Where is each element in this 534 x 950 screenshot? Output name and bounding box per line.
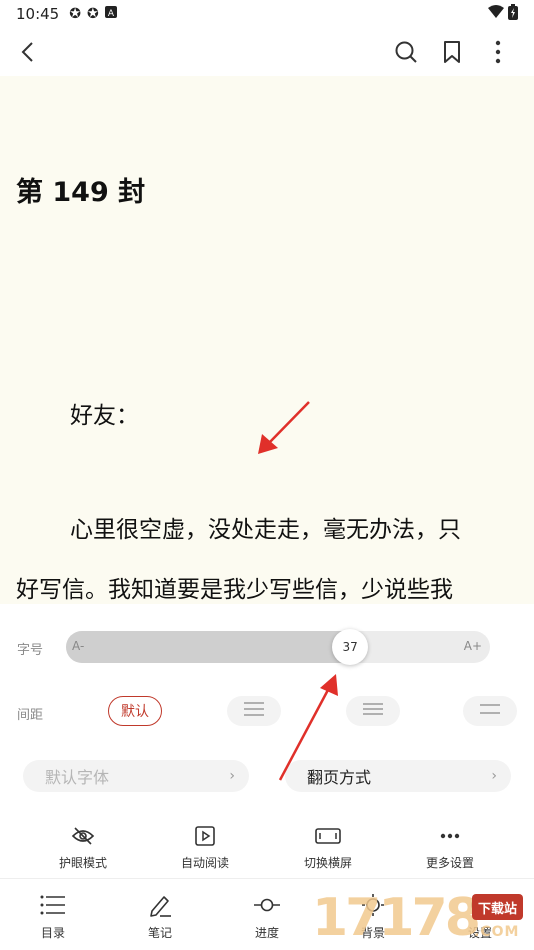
landscape-button[interactable]: 切换横屏 [273,824,383,871]
nav-settings[interactable]: 设置 [440,892,520,941]
chevron-right-icon: › [491,768,497,784]
page-mode-selector[interactable]: 翻页方式 › [285,760,511,792]
status-time: 10:45 [16,5,60,23]
slider-thumb[interactable]: 37 [332,629,369,665]
font-face-label: 默认字体 [45,768,110,787]
more-vertical-icon[interactable] [484,38,512,66]
nav-notes[interactable]: 笔记 [120,892,200,941]
nav-toc-label: 目录 [40,926,65,940]
app-notification-icon: ✪ [86,6,99,22]
more-icon [395,824,505,848]
slider-max-label: A+ [463,639,482,653]
chevron-right-icon: › [229,768,235,784]
slider-fill [66,631,351,663]
brightness-icon [333,892,413,918]
font-size-value: 37 [342,640,358,654]
battery-icon [508,4,518,24]
font-face-selector[interactable]: 默认字体 › [23,760,249,792]
slider-min-label: A- [72,639,85,653]
text-line: 好友： [70,403,139,429]
wifi-icon [488,5,504,23]
eye-off-icon [28,824,138,848]
text-line: 心里很空虚，没处走走，毫无办法，只 [70,517,461,543]
search-icon[interactable] [392,38,420,66]
nav-notes-label: 笔记 [147,926,172,940]
progress-icon [227,892,307,918]
nav-progress[interactable]: 进度 [227,892,307,941]
spacing-default-label: 默认 [121,704,149,720]
nav-progress-label: 进度 [254,926,279,940]
reader-page[interactable]: 第 149 封 好友： 心里很空虚，没处走走，毫无办法，只 好写信。我知道要是我… [0,76,534,604]
bottom-nav: 目录 笔记 进度 背景 设置 [0,880,534,950]
svg-text:A: A [108,9,115,18]
lines-loose-icon [479,701,501,721]
a-notification-icon: A [104,6,117,22]
bookmark-icon[interactable] [438,38,466,66]
back-icon[interactable] [14,38,42,66]
app-notification-icon: ✪ [69,6,81,22]
pencil-icon [120,892,200,918]
spacing-medium-button[interactable] [346,696,400,726]
lines-medium-icon [362,701,384,721]
landscape-label: 切换横屏 [303,856,352,870]
more-settings-label: 更多设置 [425,856,474,870]
divider [0,878,534,879]
font-size-slider[interactable]: A- A+ 37 [66,629,490,665]
status-bar: 10:45 ✪ ✪ A [0,0,534,28]
nav-background-label: 背景 [360,926,385,940]
font-size-label: 字号 [17,643,44,658]
landscape-icon [273,824,383,848]
spacing-loose-button[interactable] [463,696,517,726]
play-icon [150,824,260,848]
spacing-default-button[interactable]: 默认 [108,696,162,726]
top-bar [0,28,534,76]
page-mode-label: 翻页方式 [307,768,372,787]
eye-protection-button[interactable]: 护眼模式 [28,824,138,871]
nav-settings-label: 设置 [467,926,492,940]
spacing-label: 间距 [17,708,44,723]
auto-read-label: 自动阅读 [180,856,229,870]
auto-read-button[interactable]: 自动阅读 [150,824,260,871]
nav-background[interactable]: 背景 [333,892,413,941]
nav-toc[interactable]: 目录 [13,892,93,941]
chapter-title: 第 149 封 [16,177,146,208]
more-settings-button[interactable]: 更多设置 [395,824,505,871]
eye-protection-label: 护眼模式 [58,856,107,870]
text-line: 好写信。我知道要是我少写些信，少说些我 [16,577,453,603]
spacing-compact-button[interactable] [227,696,281,726]
list-icon [13,892,93,918]
settings-icon [440,892,520,918]
lines-compact-icon [243,701,265,721]
